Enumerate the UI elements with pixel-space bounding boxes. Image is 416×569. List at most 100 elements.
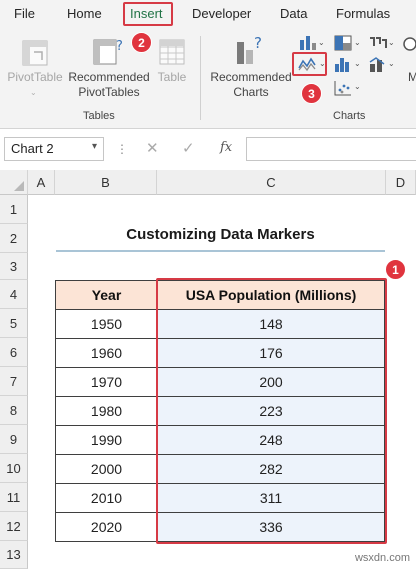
table-row: 1950 148: [55, 309, 385, 339]
row-header-1[interactable]: 1: [0, 195, 28, 224]
select-all-corner[interactable]: [0, 170, 28, 195]
combo-chart-caret-icon[interactable]: ⌄: [388, 59, 395, 68]
table-icon: [159, 39, 185, 65]
population-cell[interactable]: 248: [157, 425, 385, 455]
pivottable-label: PivotTable: [7, 70, 63, 84]
year-cell[interactable]: 2010: [55, 483, 158, 513]
ribbon-cutoff-label: M: [408, 70, 416, 84]
recommended-charts-label-2: Charts: [233, 85, 269, 99]
population-cell[interactable]: 200: [157, 367, 385, 397]
recommended-charts-label-1: Recommended: [210, 70, 292, 84]
cancel-icon[interactable]: ✕: [146, 139, 159, 157]
insert-function-icon[interactable]: fx: [220, 140, 232, 155]
tables-group-label: Tables: [83, 110, 115, 122]
svg-text:?: ?: [116, 39, 123, 54]
header-population[interactable]: USA Population (Millions): [157, 280, 385, 310]
scatter-chart-icon[interactable]: [333, 79, 353, 97]
row-header-9[interactable]: 9: [0, 425, 28, 454]
population-cell[interactable]: 176: [157, 338, 385, 368]
year-cell[interactable]: 1960: [55, 338, 158, 368]
row-header-2[interactable]: 2: [0, 224, 28, 253]
line-chart-highlight-box: [292, 52, 327, 76]
watermark: wsxdn.com: [354, 552, 410, 564]
recommended-pivottables-label-2: PivotTables: [78, 85, 140, 99]
table-row: 2010 311: [55, 483, 385, 513]
recommended-pivottables-label-1: Recommended: [68, 70, 150, 84]
menu-developer[interactable]: Developer: [192, 6, 251, 21]
statistic-chart-icon[interactable]: [333, 56, 353, 74]
row-header-11[interactable]: 11: [0, 483, 28, 512]
scatter-chart-caret-icon[interactable]: ⌄: [354, 82, 361, 91]
table-label: Table: [157, 70, 187, 84]
pivottable-caret-icon: ⌄: [30, 88, 37, 97]
combo-chart-icon[interactable]: [368, 56, 388, 74]
step-badge-1: 1: [385, 259, 406, 280]
year-cell[interactable]: 1990: [55, 425, 158, 455]
column-chart-caret-icon[interactable]: ⌄: [318, 38, 325, 47]
hierarchy-chart-icon[interactable]: [333, 34, 353, 52]
title-underline: [56, 250, 385, 252]
population-cell[interactable]: 223: [157, 396, 385, 426]
row-header-10[interactable]: 10: [0, 454, 28, 483]
row-header-6[interactable]: 6: [0, 338, 28, 367]
column-header-c[interactable]: C: [157, 170, 386, 195]
table-row: 1960 176: [55, 338, 385, 368]
maps-icon[interactable]: [402, 36, 416, 52]
hierarchy-chart-caret-icon[interactable]: ⌄: [354, 38, 361, 47]
year-cell[interactable]: 2000: [55, 454, 158, 484]
select-all-icon: [14, 181, 24, 191]
table-row: 2000 282: [55, 454, 385, 484]
row-header-12[interactable]: 12: [0, 512, 28, 541]
ribbon: PivotTable ⌄ ? Recommended PivotTables T…: [0, 30, 416, 129]
year-cell[interactable]: 1950: [55, 309, 158, 339]
menu-bar: File Home Insert Developer Data Formulas: [0, 0, 416, 30]
step-badge-2: 2: [131, 32, 152, 53]
statistic-chart-caret-icon[interactable]: ⌄: [354, 59, 361, 68]
year-cell[interactable]: 1970: [55, 367, 158, 397]
population-cell[interactable]: 148: [157, 309, 385, 339]
population-cell[interactable]: 282: [157, 454, 385, 484]
menu-data[interactable]: Data: [280, 6, 307, 21]
name-box-dropdown-icon[interactable]: ▾: [92, 141, 97, 152]
ribbon-separator: [200, 36, 201, 120]
menu-home[interactable]: Home: [67, 6, 102, 21]
enter-icon[interactable]: ✓: [182, 139, 195, 157]
menu-formulas[interactable]: Formulas: [336, 6, 390, 21]
formula-bar: Chart 2 ▾ ⋮ ✕ ✓ fx: [0, 130, 416, 170]
column-chart-icon[interactable]: [298, 34, 318, 52]
table-header-row: Year USA Population (Millions): [55, 280, 385, 310]
table-row: 1990 248: [55, 425, 385, 455]
year-cell[interactable]: 1980: [55, 396, 158, 426]
recommended-charts-icon: ?: [237, 34, 262, 64]
insert-highlight-box: [123, 2, 173, 26]
sheet-title: Customizing Data Markers: [126, 226, 315, 243]
waterfall-chart-caret-icon[interactable]: ⌄: [388, 38, 395, 47]
worksheet-grid: A B C D 1 2 3 4 5 6 7 8 9 10 11 12 13 Cu…: [0, 170, 416, 569]
table-row: 2020 336: [55, 512, 385, 542]
row-header-8[interactable]: 8: [0, 396, 28, 425]
svg-text:?: ?: [254, 34, 262, 52]
charts-group-label: Charts: [333, 110, 366, 122]
name-box[interactable]: Chart 2 ▾: [4, 137, 104, 161]
formula-input[interactable]: [246, 137, 416, 161]
population-cell[interactable]: 336: [157, 512, 385, 542]
header-year[interactable]: Year: [55, 280, 158, 310]
column-header-d[interactable]: D: [386, 170, 416, 195]
row-header-13[interactable]: 13: [0, 541, 28, 569]
column-header-b[interactable]: B: [55, 170, 157, 195]
name-box-value: Chart 2: [11, 141, 54, 156]
waterfall-chart-icon[interactable]: [368, 34, 388, 52]
column-header-a[interactable]: A: [28, 170, 55, 195]
recommended-pivottables-icon: ?: [93, 39, 123, 65]
formula-bar-grip-icon: ⋮: [116, 142, 129, 156]
year-cell[interactable]: 2020: [55, 512, 158, 542]
row-header-5[interactable]: 5: [0, 309, 28, 338]
table-row: 1970 200: [55, 367, 385, 397]
population-cell[interactable]: 311: [157, 483, 385, 513]
population-table: Year USA Population (Millions) 1950 148 …: [55, 280, 385, 542]
pivottable-icon: [22, 40, 48, 66]
row-header-7[interactable]: 7: [0, 367, 28, 396]
menu-file[interactable]: File: [14, 6, 35, 21]
row-header-3[interactable]: 3: [0, 253, 28, 280]
row-header-4[interactable]: 4: [0, 280, 28, 309]
